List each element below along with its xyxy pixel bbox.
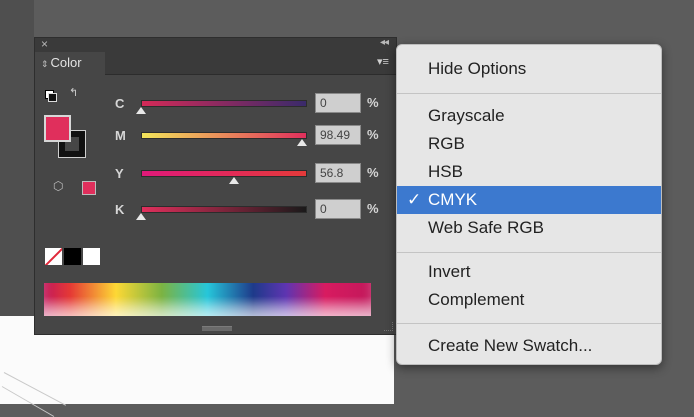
slider-thumb[interactable] [136, 213, 146, 220]
workspace-background [0, 0, 34, 316]
fill-swatch[interactable] [44, 115, 71, 142]
menu-separator [397, 252, 661, 253]
slider-row-m: M 98.49% [35, 125, 398, 147]
none-swatch[interactable] [45, 248, 62, 265]
percent-label: % [367, 95, 379, 110]
channel-label: Y [115, 166, 124, 181]
percent-label: % [367, 165, 379, 180]
color-panel-flyout-menu: Hide Options Grayscale RGB HSB ✓ CMYK Web Saf… [396, 44, 662, 365]
checkmark-icon: ✓ [407, 190, 422, 209]
channel-value-field[interactable]: 0 [315, 199, 361, 219]
slider-thumb[interactable] [229, 177, 240, 184]
menu-separator [397, 323, 661, 324]
menu-item-grayscale[interactable]: Grayscale [397, 102, 661, 130]
menu-item-label: HSB [428, 162, 463, 181]
channel-label: M [115, 128, 126, 143]
menu-item-hsb[interactable]: HSB [397, 158, 661, 186]
panel-title-bar[interactable]: × ◂◂ [35, 37, 396, 52]
channel-label: C [115, 96, 125, 111]
channel-slider-track[interactable] [141, 132, 307, 139]
quick-swatches [45, 248, 101, 265]
menu-separator [397, 93, 661, 94]
channel-slider-track[interactable] [141, 170, 307, 177]
percent-label: % [367, 127, 379, 142]
color-panel: × ◂◂ ⇕ Color ▾≡ ↰ ⬡ C 0% M 98.49% Y 56.8% K 0% [34, 37, 397, 335]
channel-slider-track[interactable] [141, 100, 307, 107]
menu-item-label: Grayscale [428, 106, 505, 125]
collapse-icon[interactable]: ◂◂ [380, 37, 389, 48]
menu-item-invert[interactable]: Invert [397, 258, 661, 286]
channel-slider-track[interactable] [141, 206, 307, 213]
panel-tab-strip: ⇕ Color ▾≡ [35, 52, 396, 75]
menu-item-web-safe-rgb[interactable]: Web Safe RGB [397, 214, 661, 242]
menu-item-label: RGB [428, 134, 465, 153]
menu-item-create-new-swatch[interactable]: Create New Swatch... [397, 332, 661, 360]
channel-value-field[interactable]: 0 [315, 93, 361, 113]
channel-value-field[interactable]: 98.49 [315, 125, 361, 145]
menu-item-label: CMYK [428, 190, 478, 209]
channel-value-field[interactable]: 56.8 [315, 163, 361, 183]
artwork-line [1, 386, 55, 417]
tab-label: Color [50, 55, 82, 70]
slider-row-y: Y 56.8% [35, 163, 398, 185]
menu-item-complement[interactable]: Complement [397, 286, 661, 314]
menu-item-label: Web Safe RGB [428, 218, 544, 237]
tab-color[interactable]: ⇕ Color [35, 52, 105, 75]
corner-resize-handle[interactable] [384, 322, 393, 331]
close-icon[interactable]: × [41, 37, 48, 51]
chevron-updown-icon: ⇕ [41, 59, 49, 69]
panel-resize-handle[interactable] [202, 326, 232, 331]
slider-row-c: C 0% [35, 93, 398, 115]
panel-menu-icon[interactable]: ▾≡ [376, 56, 390, 68]
menu-item-hide-options[interactable]: Hide Options [397, 55, 661, 83]
black-swatch[interactable] [64, 248, 81, 265]
slider-row-k: K 0% [35, 199, 398, 221]
percent-label: % [367, 201, 379, 216]
slider-thumb[interactable] [296, 139, 307, 146]
menu-item-cmyk[interactable]: ✓ CMYK [397, 186, 661, 214]
menu-item-rgb[interactable]: RGB [397, 130, 661, 158]
artwork-line [3, 372, 67, 406]
channel-label: K [115, 202, 125, 217]
color-spectrum-bar[interactable] [44, 283, 371, 316]
slider-thumb[interactable] [136, 107, 146, 114]
white-swatch[interactable] [83, 248, 100, 265]
